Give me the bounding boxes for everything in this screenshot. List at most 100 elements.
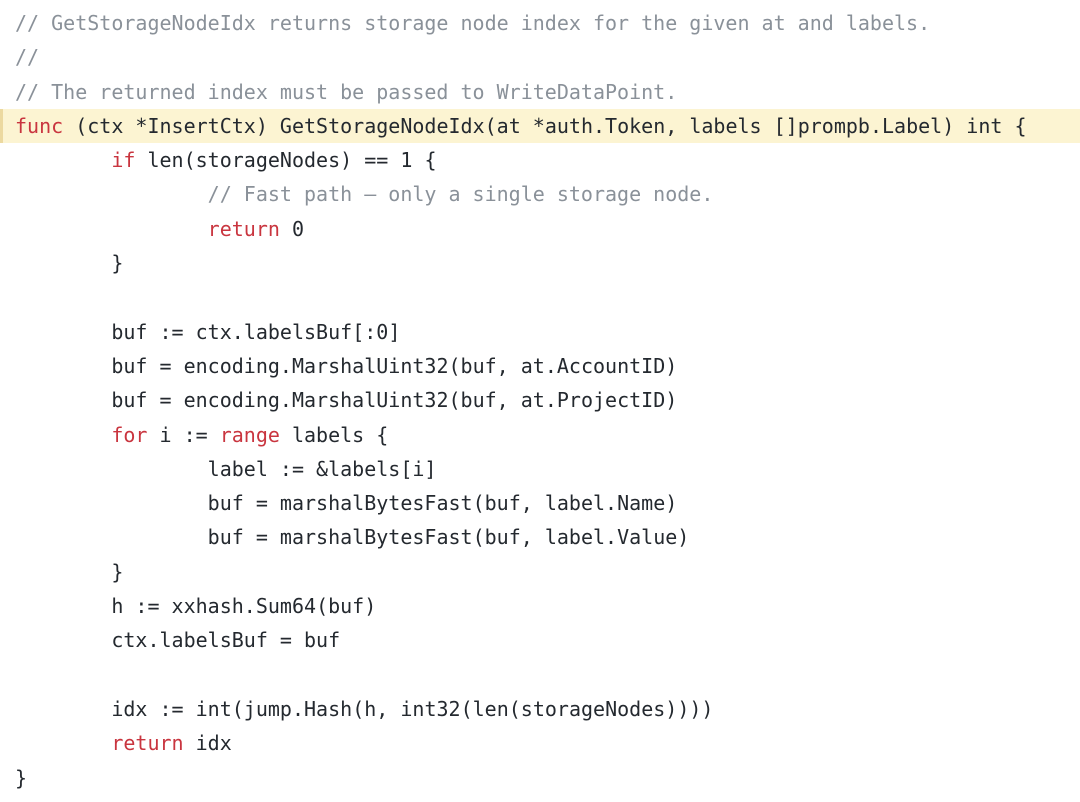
code-line[interactable]: } — [0, 246, 1080, 280]
code-line[interactable]: if len(storageNodes) == 1 { — [0, 143, 1080, 177]
code-line[interactable]: // The returned index must be passed to … — [0, 75, 1080, 109]
code-token-plain: } — [15, 765, 28, 790]
code-line[interactable]: for i := range labels { — [0, 418, 1080, 452]
code-viewer[interactable]: // GetStorageNodeIdx returns storage nod… — [0, 0, 1080, 802]
code-token-plain: i — [147, 422, 184, 447]
code-line[interactable]: label := &labels[i] — [0, 452, 1080, 486]
code-token-plain: (storageNodes)))) — [508, 696, 714, 721]
code-token-plain: ) — [665, 388, 678, 413]
code-token-plain: h — [15, 594, 136, 619]
code-token-plain: ] — [388, 319, 401, 344]
code-token-plain: buf — [291, 628, 341, 653]
code-token-operator: = — [255, 491, 268, 516]
code-token-keyword: if — [111, 148, 136, 173]
code-token-identifier: labelsBuf — [159, 628, 268, 653]
code-token-operator: = — [159, 353, 172, 378]
code-token-plain: ) — [665, 353, 678, 378]
code-token-operator: == — [364, 148, 389, 173]
code-token-operator: = — [279, 628, 292, 653]
code-line[interactable]: buf = marshalBytesFast(buf, label.Value) — [0, 520, 1080, 554]
code-line[interactable]: buf = marshalBytesFast(buf, label.Name) — [0, 486, 1080, 520]
code-token-plain: xxhash. — [159, 594, 256, 619]
code-line[interactable]: return idx — [0, 726, 1080, 760]
code-token-keyword: for — [111, 422, 148, 447]
code-token-plain: encoding. — [171, 388, 292, 413]
code-token-plain: buf — [15, 353, 160, 378]
code-token-operator: * — [135, 113, 148, 138]
code-token-identifier: AccountID — [556, 353, 666, 378]
code-token-plain: ( — [460, 696, 473, 721]
code-token-function: MarshalUint32 — [291, 353, 449, 378]
code-token-plain: (buf, label. — [472, 491, 618, 516]
code-token-plain: (ctx — [63, 113, 136, 138]
code-token-plain: } — [15, 251, 124, 276]
code-token-keyword: return — [207, 216, 280, 241]
code-token-plain: } — [15, 559, 124, 584]
code-token-number: 0 — [291, 216, 304, 241]
code-token-number: 1 — [400, 148, 413, 173]
code-token-identifier: Name — [617, 491, 666, 516]
code-line[interactable]: buf = encoding.MarshalUint32(buf, at.Acc… — [0, 349, 1080, 383]
code-token-keyword: return — [111, 731, 184, 756]
code-line-highlighted[interactable]: func (ctx *InsertCtx) GetStorageNodeIdx(… — [0, 108, 1080, 144]
code-token-operator: = — [255, 525, 268, 550]
code-line[interactable]: idx := int(jump.Hash(h, int32(len(storag… — [0, 692, 1080, 726]
code-token-function: len — [472, 696, 509, 721]
code-token-identifier: Value — [617, 525, 678, 550]
code-token-function: marshalBytesFast — [279, 491, 473, 516]
code-token-blank — [15, 285, 27, 309]
code-token-identifier: labelsBuf — [243, 319, 353, 344]
code-token-plain: encoding. — [171, 353, 292, 378]
code-line[interactable]: // GetStorageNodeIdx returns storage nod… — [0, 6, 1080, 40]
code-token-function: Hash — [304, 696, 353, 721]
code-token-plain: auth.Token, labels []prompb.Label) int { — [544, 113, 1027, 138]
code-line[interactable]: } — [0, 555, 1080, 589]
code-token-plain: (jump. — [231, 696, 305, 721]
code-token-plain: idx — [15, 696, 160, 721]
code-line[interactable]: return 0 — [0, 212, 1080, 246]
code-token-plain: ) — [677, 525, 690, 550]
code-token-operator: := — [279, 456, 304, 481]
code-token-function: Sum64 — [255, 594, 317, 619]
code-token-plain: buf — [15, 319, 160, 344]
code-token-function: int32 — [400, 696, 461, 721]
code-line[interactable]: buf = encoding.MarshalUint32(buf, at.Pro… — [0, 383, 1080, 417]
code-token-function: GetStorageNodeIdx — [279, 113, 485, 138]
code-line[interactable]: // — [0, 40, 1080, 74]
code-token-plain: buf — [15, 388, 160, 413]
code-token-function: int — [195, 696, 232, 721]
code-token-plain: { — [412, 148, 437, 173]
code-token-comment: // Fast path – only a single storage nod… — [207, 182, 714, 207]
code-token-plain: ctx. — [15, 628, 160, 653]
code-line[interactable]: // Fast path – only a single storage nod… — [0, 177, 1080, 211]
code-line[interactable] — [0, 658, 1080, 692]
code-token-operator: := — [159, 319, 184, 344]
code-line[interactable] — [0, 280, 1080, 314]
code-line[interactable]: buf := ctx.labelsBuf[:0] — [0, 315, 1080, 349]
code-line[interactable]: ctx.labelsBuf = buf — [0, 623, 1080, 657]
code-token-plain: (buf, label. — [472, 525, 618, 550]
code-token-plain: [: — [352, 319, 377, 344]
code-token-comment: // GetStorageNodeIdx returns storage nod… — [15, 11, 931, 35]
code-line[interactable]: } — [0, 761, 1080, 795]
code-token-plain: (buf) — [316, 594, 377, 619]
code-token-function: len — [147, 148, 184, 173]
code-token-comment: // The returned index must be passed to … — [15, 79, 678, 104]
code-line[interactable]: h := xxhash.Sum64(buf) — [0, 589, 1080, 623]
code-token-keyword: func — [15, 113, 64, 138]
code-token-number: 0 — [376, 319, 389, 344]
code-token-blank — [15, 663, 27, 687]
